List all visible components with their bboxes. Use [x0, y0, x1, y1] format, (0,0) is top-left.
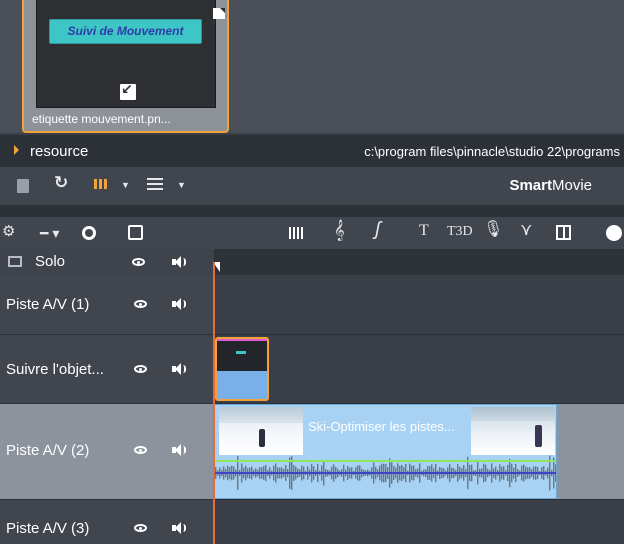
music-clef-icon[interactable]: 𝄞: [334, 221, 345, 239]
ruler-area[interactable]: [214, 249, 624, 275]
track-follow-object: Suivre l'objet...: [0, 335, 624, 404]
speaker-icon[interactable]: [172, 363, 186, 375]
eye-icon[interactable]: [134, 446, 147, 454]
speaker-icon[interactable]: [172, 444, 186, 456]
title-3d-icon[interactable]: T3D: [447, 225, 473, 239]
solo-label: Solo: [35, 253, 66, 270]
eye-icon[interactable]: [134, 524, 147, 532]
smartmovie-rest: Movie: [551, 177, 592, 194]
clip-title: Ski-Optimiser les pistes...: [308, 419, 455, 434]
marker-dropdown-icon[interactable]: ━ ▾: [40, 226, 59, 240]
track-area[interactable]: [214, 500, 624, 544]
playhead-line[interactable]: [213, 262, 215, 544]
resource-row[interactable]: resource c:\program files\pinnacle\studi…: [0, 135, 624, 167]
disc-icon[interactable]: [82, 226, 96, 240]
pan-line[interactable]: [215, 472, 556, 474]
track-header[interactable]: Piste A/V (3): [0, 500, 214, 544]
open-external-icon[interactable]: [120, 81, 136, 100]
curve-icon[interactable]: ⋎: [520, 221, 532, 238]
follow-object-clip[interactable]: [215, 337, 269, 401]
thumbnail-title-overlay: Suivi de Mouvement: [49, 19, 202, 44]
track-header[interactable]: Piste A/V (2): [0, 404, 214, 499]
track-av-1: Piste A/V (1): [0, 275, 624, 335]
volume-line[interactable]: [215, 460, 556, 462]
clip-mark: [236, 351, 246, 354]
expand-arrow-icon[interactable]: [14, 145, 19, 155]
speaker-icon[interactable]: [172, 522, 186, 534]
library-panel: Suivi de Mouvement etiquette mouvement.p…: [0, 0, 624, 133]
library-toolbar: ↻ ▼ ▼ SmartMovie: [0, 167, 624, 205]
chevron-down-icon[interactable]: ▼: [177, 178, 186, 192]
refresh-icon[interactable]: ↻: [54, 174, 68, 191]
track-name: Piste A/V (1): [6, 296, 90, 313]
solo-track: Solo: [0, 249, 624, 275]
speaker-icon[interactable]: [172, 256, 186, 268]
track-header: Solo: [0, 249, 214, 275]
smartmovie-bold: Smart: [509, 177, 552, 194]
title-icon[interactable]: T: [419, 223, 429, 239]
audio-levels-icon[interactable]: [289, 227, 303, 239]
track-area[interactable]: Ski-Optimiser les pistes...: [214, 404, 624, 499]
track-av-3: Piste A/V (3): [0, 500, 624, 544]
resource-label: resource: [30, 143, 89, 160]
clip-thumbnail-end: [471, 407, 555, 455]
copy-icon[interactable]: [17, 179, 29, 193]
track-av-2: Piste A/V (2) Ski-Optimiser les pistes..…: [0, 404, 624, 500]
folder-icon[interactable]: [8, 256, 22, 267]
smartmovie-button[interactable]: SmartMovie: [509, 177, 592, 194]
eye-icon[interactable]: [132, 258, 145, 266]
panel-icon[interactable]: [556, 225, 571, 240]
resource-path: c:\program files\pinnacle\studio 22\prog…: [364, 144, 620, 159]
track-header[interactable]: Piste A/V (1): [0, 275, 214, 334]
track-name: Piste A/V (3): [6, 520, 90, 537]
grid-view-icon[interactable]: [94, 179, 108, 189]
list-view-icon[interactable]: [147, 178, 163, 190]
speaker-icon[interactable]: [172, 298, 186, 310]
motion-path-icon[interactable]: ʃ: [375, 220, 381, 239]
ski-video-clip[interactable]: Ski-Optimiser les pistes...: [214, 404, 557, 499]
track-header[interactable]: Suivre l'objet...: [0, 335, 214, 403]
thumbnail-preview[interactable]: Suivi de Mouvement: [36, 0, 225, 108]
export-icon[interactable]: [128, 225, 143, 240]
panel-divider[interactable]: [0, 205, 624, 217]
thumbnail-filename: etiquette mouvement.pn...: [32, 112, 171, 126]
track-area[interactable]: [214, 335, 624, 403]
track-area[interactable]: [214, 275, 624, 334]
file-corner-icon: [213, 8, 225, 19]
chevron-down-icon[interactable]: ▼: [121, 178, 130, 192]
track-name: Suivre l'objet...: [6, 361, 104, 378]
library-thumbnail-card[interactable]: Suivi de Mouvement etiquette mouvement.p…: [22, 0, 229, 133]
clip-thumbnail-start: [219, 407, 303, 455]
eye-icon[interactable]: [134, 365, 147, 373]
track-name: Piste A/V (2): [6, 442, 90, 459]
clip-thumbnail: [217, 339, 267, 371]
timeline-toolbar: ⚙ ━ ▾ 𝄞 ʃ T T3D 🎙 ⋎: [0, 217, 624, 249]
color-ball-icon[interactable]: [606, 225, 622, 241]
microphone-icon[interactable]: 🎙: [483, 222, 503, 238]
eye-icon[interactable]: [134, 300, 147, 308]
gear-icon[interactable]: ⚙: [2, 224, 15, 239]
